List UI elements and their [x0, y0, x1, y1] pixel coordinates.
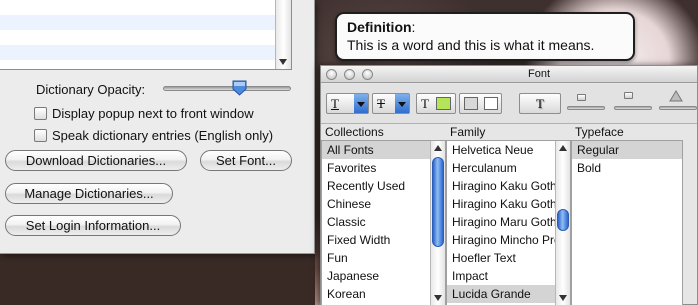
opacity-slider-thumb[interactable]	[232, 80, 247, 96]
shadow-blur-slider[interactable]	[614, 106, 652, 110]
shadow-angle-slider[interactable]	[659, 106, 697, 110]
text-shadow-button[interactable]: T	[519, 93, 561, 114]
family-item[interactable]: Hiragino Maru Gothic	[447, 213, 570, 231]
family-item[interactable]: Helvetica Neue	[447, 141, 570, 159]
family-item[interactable]: Herculanum	[447, 159, 570, 177]
family-scroll-thumb[interactable]	[557, 209, 569, 231]
dictionary-list-scrollbar[interactable]	[275, 0, 291, 69]
collection-item[interactable]: All Fonts	[322, 141, 445, 159]
typeface-header: Typeface	[575, 125, 624, 139]
dictionary-preferences-panel: Dictionary Opacity: Display popup next t…	[0, 0, 315, 254]
family-item[interactable]: Lucida Grande	[447, 285, 570, 303]
scroll-down-arrow-icon[interactable]	[559, 295, 567, 301]
chevron-down-icon[interactable]	[395, 94, 409, 113]
text-color-swatch[interactable]	[435, 97, 451, 110]
strikethrough-icon: T	[377, 95, 385, 111]
set-login-information-button[interactable]: Set Login Information...	[5, 215, 181, 236]
typeface-list[interactable]: Regular Bold	[571, 140, 683, 305]
family-list[interactable]: Helvetica Neue Herculanum Hiragino Kaku Go…	[446, 140, 571, 305]
text-shadow-icon: T	[536, 95, 544, 111]
popup-front-window-checkbox[interactable]	[34, 107, 47, 120]
document-color-swatch[interactable]	[484, 97, 498, 110]
collection-item[interactable]: Fun	[322, 249, 445, 267]
set-font-button[interactable]: Set Font...	[200, 150, 292, 171]
font-panel: Font T T T T Collections Family Typeface…	[320, 65, 698, 305]
speak-entries-label: Speak dictionary entries (English only)	[52, 128, 274, 143]
popup-front-window-option[interactable]: Display popup next to front window	[34, 106, 254, 121]
family-item[interactable]: Impact	[447, 267, 570, 285]
family-item[interactable]: Hiragino Kaku Gothic	[447, 195, 570, 213]
speak-entries-checkbox[interactable]	[34, 129, 47, 142]
scroll-down-arrow-icon[interactable]	[434, 295, 442, 301]
collections-header: Collections	[325, 125, 384, 139]
collection-item[interactable]: Chinese	[322, 195, 445, 213]
family-item[interactable]: Hiragino Mincho Pro	[447, 231, 570, 249]
font-panel-titlebar[interactable]: Font	[321, 66, 697, 83]
document-color-icon	[464, 97, 478, 110]
collections-scrollbar[interactable]	[430, 141, 445, 305]
underline-menu-button[interactable]: T	[326, 93, 369, 114]
document-color-button[interactable]	[459, 93, 502, 114]
opacity-slider-track[interactable]	[163, 86, 291, 91]
collection-item[interactable]: Fixed Width	[322, 231, 445, 249]
text-color-icon: T	[421, 95, 429, 111]
collection-item[interactable]: Classic	[322, 213, 445, 231]
text-color-button[interactable]: T	[416, 93, 456, 114]
shadow-opacity-knob[interactable]	[577, 94, 586, 101]
chevron-down-icon[interactable]	[354, 94, 368, 113]
collection-item[interactable]: Favorites	[322, 159, 445, 177]
popup-front-window-label: Display popup next to front window	[52, 106, 254, 121]
typeface-item[interactable]: Bold	[572, 159, 682, 177]
scroll-up-arrow-icon[interactable]	[559, 145, 567, 151]
shadow-opacity-slider[interactable]	[567, 106, 605, 110]
collection-item[interactable]: Japanese	[322, 267, 445, 285]
family-item[interactable]: Hiragino Kaku Gothic	[447, 177, 570, 195]
triangle-up-icon[interactable]	[669, 90, 683, 102]
scroll-down-arrow-icon[interactable]	[279, 59, 287, 65]
dictionary-list[interactable]	[0, 0, 292, 70]
speak-entries-option[interactable]: Speak dictionary entries (English only)	[34, 128, 273, 143]
download-dictionaries-button[interactable]: Download Dictionaries...	[5, 150, 187, 171]
collection-item[interactable]: Recently Used	[322, 177, 445, 195]
scroll-up-arrow-icon[interactable]	[434, 145, 442, 151]
family-header: Family	[450, 125, 486, 139]
definition-popup: Definition: This is a word and this is w…	[335, 12, 635, 61]
strikethrough-menu-button[interactable]: T	[372, 93, 410, 114]
family-item[interactable]: Hoefler Text	[447, 249, 570, 267]
collections-list[interactable]: All Fonts Favorites Recently Used Chinese Cl…	[321, 140, 446, 305]
font-panel-toolbar: T T T T	[321, 84, 697, 124]
font-panel-title: Font	[527, 68, 550, 80]
typeface-item[interactable]: Regular	[572, 141, 682, 159]
collection-item[interactable]: Korean	[322, 285, 445, 303]
definition-title: Definition:	[347, 19, 416, 35]
opacity-label: Dictionary Opacity:	[36, 82, 146, 97]
collections-scroll-thumb[interactable]	[432, 157, 444, 247]
shadow-blur-knob[interactable]	[624, 92, 633, 99]
underline-icon: T	[331, 95, 339, 111]
family-scrollbar[interactable]	[555, 141, 570, 305]
manage-dictionaries-button[interactable]: Manage Dictionaries...	[5, 183, 173, 204]
definition-text: This is a word and this is what it means…	[347, 37, 595, 53]
